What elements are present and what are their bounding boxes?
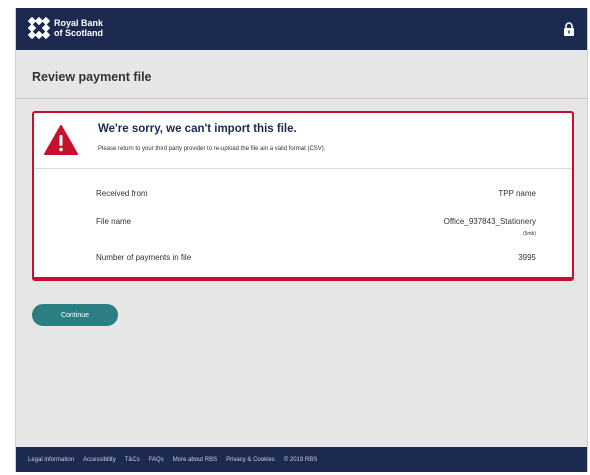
card-divider	[34, 168, 572, 169]
detail-value-payment-count: 3995	[518, 253, 536, 262]
footer-link-privacy[interactable]: Privacy & Cookies	[226, 457, 275, 463]
footer-copyright: © 2019 RBS	[283, 456, 318, 463]
detail-file-size: (5mb)	[522, 231, 536, 237]
brand-name-line1: Royal Bank	[54, 18, 104, 28]
title-divider	[16, 98, 587, 99]
detail-label-received-from: Received from	[96, 189, 148, 198]
top-bar: Royal Bank of Scotland	[16, 8, 587, 50]
footer-link-terms[interactable]: T&Cs	[125, 457, 140, 463]
detail-label-file-name: File name	[96, 217, 132, 226]
warning-triangle-icon	[44, 125, 78, 155]
footer-link-faqs[interactable]: FAQs	[149, 457, 164, 463]
detail-label-payment-count: Number of payments in file	[96, 253, 192, 262]
error-card: We're sorry, we can't import this file. …	[32, 111, 574, 281]
error-title: We're sorry, we can't import this file.	[98, 123, 297, 135]
footer-link-accessibility[interactable]: Accessibility	[83, 457, 116, 463]
brand-name-line2: of Scotland	[54, 28, 103, 38]
rbs-daisy-logo-icon	[28, 17, 50, 39]
page-title: Review payment file	[32, 70, 152, 84]
footer: Legal information Accessibility T&Cs FAQ…	[16, 447, 587, 472]
detail-value-received-from: TPP name	[498, 189, 536, 198]
footer-link-legal[interactable]: Legal information	[28, 457, 74, 463]
footer-link-about[interactable]: More about RBS	[173, 457, 217, 463]
app-frame: Royal Bank of Scotland Review payment fi…	[15, 8, 588, 472]
lock-icon	[564, 22, 574, 36]
brand-logo[interactable]: Royal Bank of Scotland	[28, 17, 103, 39]
error-message: Please return to your third party provid…	[98, 146, 326, 152]
brand-name: Royal Bank of Scotland	[54, 18, 103, 38]
detail-value-file-name: Office_937843_Stationery	[443, 217, 536, 226]
continue-button[interactable]: Continue	[32, 304, 118, 326]
